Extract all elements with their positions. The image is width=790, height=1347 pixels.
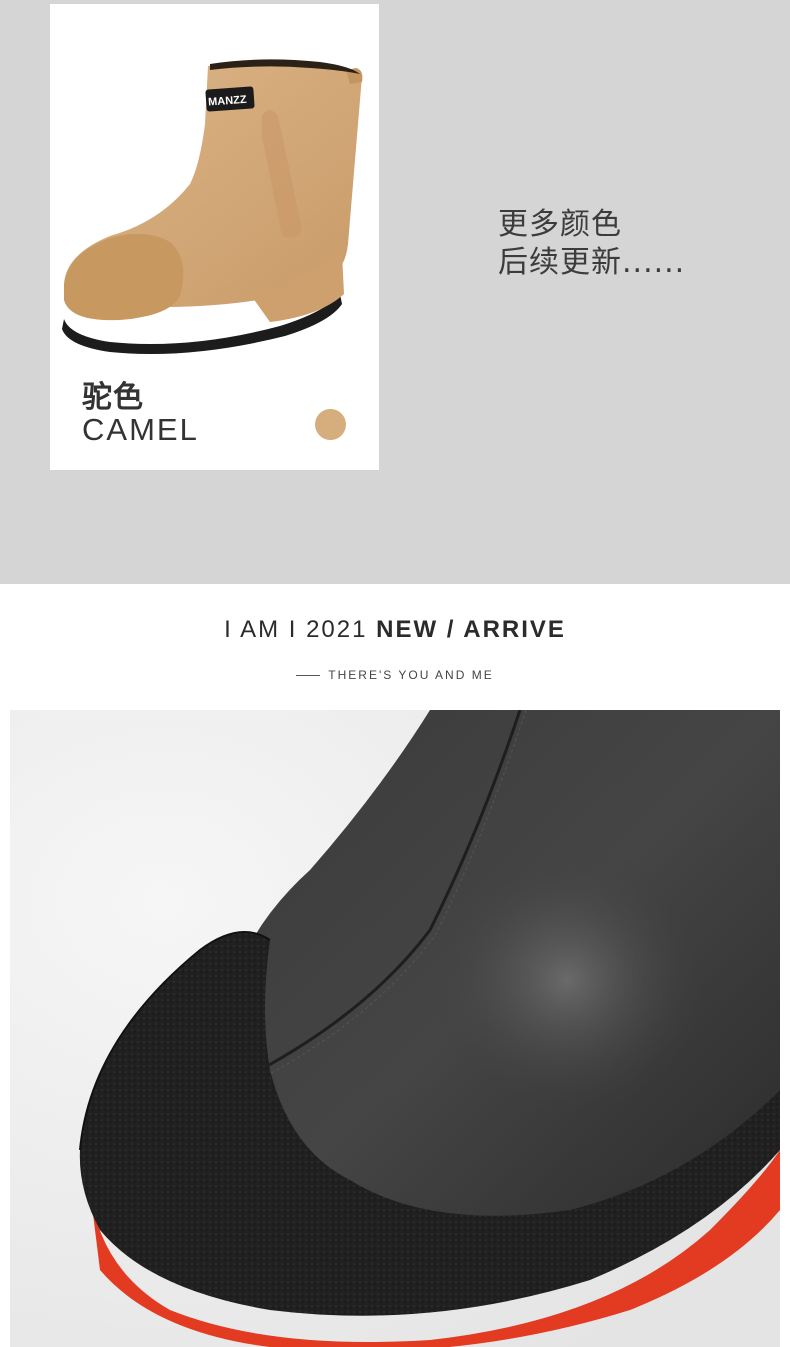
more-colors-line-1: 更多颜色 (498, 207, 622, 242)
color-name-english: CAMEL (82, 412, 199, 447)
section-headline: I AM I 2021 NEW / ARRIVE (0, 616, 790, 644)
section-subheadline: THERE'S YOU AND ME (0, 668, 790, 682)
color-showcase-section: MANZZ 驼色 CAMEL 更多颜色 后续更新...... (0, 0, 790, 584)
more-colors-line-2: 后续更新...... (498, 245, 686, 280)
boot-detail-photo (10, 710, 780, 1347)
more-colors-notice: 更多颜色 后续更新...... (498, 206, 685, 282)
headline-part-1: I AM I 2021 (224, 616, 377, 643)
subline-dash (296, 675, 321, 677)
color-swatch[interactable] (315, 409, 346, 440)
color-option-card[interactable]: MANZZ 驼色 CAMEL (50, 4, 379, 470)
camel-boot-image: MANZZ (62, 59, 363, 354)
subline-text: THERE'S YOU AND ME (328, 668, 494, 682)
color-name-chinese: 驼色 (82, 380, 144, 415)
headline-part-2: NEW / ARRIVE (376, 616, 566, 643)
black-boot-closeup-image (10, 710, 780, 1347)
